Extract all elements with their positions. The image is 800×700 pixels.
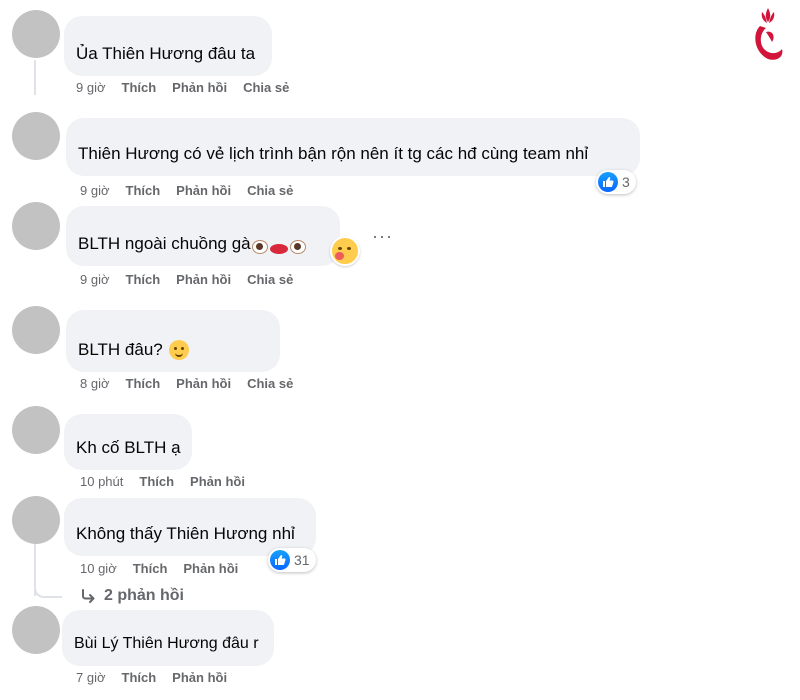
like-link[interactable]: Thích <box>126 376 161 391</box>
more-options-icon[interactable]: ··· <box>372 226 393 247</box>
comment-meta: 8 giờ Thích Phản hồi Chia sẻ <box>80 376 293 391</box>
comment-time[interactable]: 9 giờ <box>80 272 110 287</box>
thread-line <box>34 60 36 95</box>
eye-emoji-icon <box>251 240 268 254</box>
share-link[interactable]: Chia sẻ <box>247 376 293 391</box>
comment-bubble: BLTH đâu? <box>66 310 280 372</box>
comment-text: Ủa Thiên Hương đâu ta <box>76 44 256 63</box>
reply-link[interactable]: Phản hồi <box>176 376 231 391</box>
comment-text: BLTH ngoài chuồng gà <box>78 234 251 253</box>
brand-logo <box>755 8 783 60</box>
like-icon <box>270 550 290 570</box>
reply-link[interactable]: Phản hồi <box>172 670 227 685</box>
comment-time[interactable]: 10 giờ <box>80 561 117 576</box>
relieved-face-emoji-icon <box>168 340 189 360</box>
comment-bubble: Kh cố BLTH ạ <box>64 414 192 470</box>
comment-time[interactable]: 8 giờ <box>80 376 110 391</box>
like-link[interactable]: Thích <box>139 474 174 489</box>
like-icon <box>598 172 618 192</box>
avatar[interactable] <box>12 496 60 544</box>
avatar[interactable] <box>12 202 60 250</box>
comment-text: Kh cố BLTH ạ <box>76 438 181 457</box>
avatar[interactable] <box>12 606 60 654</box>
comment-time[interactable]: 7 giờ <box>76 670 106 685</box>
comment-text: Bùi Lý Thiên Hương đâu r <box>74 635 259 652</box>
reply-link[interactable]: Phản hồi <box>172 80 227 95</box>
reply-arrow-icon <box>82 589 95 603</box>
reaction-count[interactable]: 31 <box>268 548 316 572</box>
comment-bubble: Bùi Lý Thiên Hương đâu r <box>62 610 274 666</box>
like-link[interactable]: Thích <box>126 272 161 287</box>
avatar[interactable] <box>12 112 60 160</box>
like-link[interactable]: Thích <box>122 80 157 95</box>
comment-text: Không thấy Thiên Hương nhỉ <box>76 524 295 543</box>
like-link[interactable]: Thích <box>133 561 168 576</box>
reply-link[interactable]: Phản hồi <box>176 183 231 198</box>
reaction-number: 3 <box>622 174 630 190</box>
comment-bubble: Ủa Thiên Hương đâu ta <box>64 16 272 76</box>
reply-link[interactable]: Phản hồi <box>176 272 231 287</box>
reply-link[interactable]: Phản hồi <box>183 561 238 576</box>
reply-link[interactable]: Phản hồi <box>190 474 245 489</box>
replies-label: 2 phản hồi <box>104 587 184 604</box>
comment-meta: 9 giờ Thích Phản hồi Chia sẻ <box>80 272 293 287</box>
comment-meta: 7 giờ Thích Phản hồi <box>76 670 227 685</box>
comment-meta: 10 phút Thích Phản hồi <box>80 474 245 489</box>
comment-meta: 9 giờ Thích Phản hồi Chia sẻ <box>76 80 289 95</box>
comment-text: Thiên Hương có vẻ lịch trình bận rộn nên… <box>78 144 589 163</box>
share-link[interactable]: Chia sẻ <box>247 272 293 287</box>
reply-connector <box>34 580 62 598</box>
reaction-count[interactable]: 3 <box>596 170 636 194</box>
comment-time[interactable]: 9 giờ <box>80 183 110 198</box>
comment-text: BLTH đâu? <box>78 340 163 359</box>
comment-meta: 10 giờ Thích Phản hồi <box>80 561 238 576</box>
like-link[interactable]: Thích <box>122 670 157 685</box>
avatar[interactable] <box>12 406 60 454</box>
comment-bubble: BLTH ngoài chuồng gà <box>66 206 340 266</box>
eye-emoji-icon <box>289 240 306 254</box>
comment-time[interactable]: 9 giờ <box>76 80 106 95</box>
comment-time[interactable]: 10 phút <box>80 474 123 489</box>
reaction-number: 31 <box>294 552 310 568</box>
view-replies-link[interactable]: 2 phản hồi <box>80 587 184 605</box>
avatar[interactable] <box>12 10 60 58</box>
share-link[interactable]: Chia sẻ <box>247 183 293 198</box>
share-link[interactable]: Chia sẻ <box>243 80 289 95</box>
avatar[interactable] <box>12 306 60 354</box>
like-link[interactable]: Thích <box>126 183 161 198</box>
comment-bubble: Thiên Hương có vẻ lịch trình bận rộn nên… <box>66 118 640 176</box>
comment-meta: 9 giờ Thích Phản hồi Chia sẻ <box>80 183 293 198</box>
hug-reaction-icon[interactable] <box>330 236 360 266</box>
lips-emoji-icon <box>269 244 288 254</box>
